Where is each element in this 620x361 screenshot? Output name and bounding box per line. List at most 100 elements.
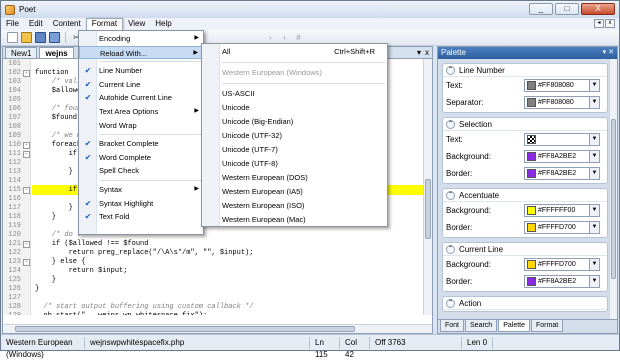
section-header[interactable]: ⌃ Action — [443, 297, 607, 310]
reload-item-unicode-utf-32[interactable]: Unicode (UTF-32) — [202, 129, 387, 142]
menu-view[interactable]: View — [123, 18, 150, 30]
horizontal-scroll-thumb[interactable] — [15, 326, 355, 332]
vertical-scroll-thumb[interactable] — [425, 179, 431, 239]
comment-icon[interactable]: # — [293, 32, 304, 43]
color-picker-dropdown[interactable]: #FF8A2BE2 ▼ — [524, 275, 600, 288]
reload-item-unicode-big-endian[interactable]: Unicode (Big-Endian) — [202, 115, 387, 128]
minimize-button[interactable]: _ — [529, 3, 553, 15]
menu-file[interactable]: File — [1, 18, 24, 30]
reload-item-us-ascii[interactable]: US-ASCII — [202, 87, 387, 100]
editor-horizontal-scrollbar[interactable] — [3, 324, 432, 333]
color-picker-dropdown[interactable]: #FF8A2BE2 ▼ — [524, 167, 600, 180]
reload-item-all[interactable]: All Ctrl+Shift+R — [202, 45, 387, 58]
chevron-down-icon[interactable]: ▼ — [589, 168, 599, 179]
color-picker-dropdown[interactable]: #FFFFD700 ▼ — [524, 258, 600, 271]
tab-new1[interactable]: New1 — [5, 47, 38, 58]
chevron-down-icon[interactable]: ▼ — [589, 276, 599, 287]
fold-toggle-icon[interactable]: - — [23, 187, 30, 194]
color-picker-dropdown[interactable]: #FF8A2BE2 ▼ — [524, 150, 600, 163]
collapse-chevron-icon[interactable]: ⌃ — [446, 298, 455, 308]
maximize-button[interactable]: □ — [555, 3, 579, 15]
menu-format[interactable]: Format — [85, 18, 124, 30]
section-header[interactable]: ⌃ Line Number — [443, 64, 607, 77]
color-picker-dropdown[interactable]: #FF808080 ▼ — [524, 96, 600, 109]
reload-item-western-european-mac[interactable]: Western European (Mac) — [202, 213, 387, 226]
save-all-icon[interactable] — [49, 32, 60, 43]
reload-item-western-european-iso[interactable]: Western European (ISO) — [202, 199, 387, 212]
color-value: #FFFFD700 — [538, 261, 576, 268]
reload-item-western-european-ia5[interactable]: Western European (IA5) — [202, 185, 387, 198]
format-menu-item-word-complete[interactable]: ✔ Word Complete — [79, 151, 203, 164]
format-menu-item-word-wrap[interactable]: Word Wrap — [79, 119, 203, 132]
save-icon[interactable] — [35, 32, 46, 43]
palette-tab-format[interactable]: Format — [531, 320, 564, 332]
color-row-label: Text: — [446, 135, 463, 144]
format-menu-item-line-number[interactable]: ✔ Line Number — [79, 64, 203, 77]
format-menu-item-current-line[interactable]: ✔ Current Line — [79, 78, 203, 91]
collapse-chevron-icon[interactable]: ⌃ — [446, 65, 455, 75]
indent-icon[interactable]: › — [265, 32, 276, 43]
color-row-label: Background: — [446, 152, 491, 161]
fold-toggle-icon[interactable]: - — [23, 151, 30, 158]
editor-vertical-scrollbar[interactable] — [423, 59, 432, 315]
close-button[interactable]: X — [581, 3, 615, 15]
open-folder-icon[interactable] — [21, 32, 32, 43]
tab-menu-icon[interactable]: ▾ — [417, 48, 421, 58]
format-menu-item-encoding[interactable]: Encoding ▶ — [79, 32, 203, 45]
format-menu-item-reload-with[interactable]: Reload With... ▶ — [79, 45, 203, 59]
title-bar[interactable]: Poet _ □ X — [1, 1, 619, 18]
chevron-down-icon[interactable]: ▼ — [589, 205, 599, 216]
chevron-down-icon[interactable]: ▼ — [589, 134, 599, 145]
chevron-down-icon[interactable]: ▼ — [589, 97, 599, 108]
reload-item-western-european-dos[interactable]: Western European (DOS) — [202, 171, 387, 184]
format-menu-item-autohide-current-line[interactable]: ✔ Autohide Current Line — [79, 91, 203, 104]
tab-wejns[interactable]: wejns — [39, 47, 74, 58]
fold-toggle-icon[interactable]: - — [23, 241, 30, 248]
color-picker-dropdown[interactable]: #FFFFD700 ▼ — [524, 221, 600, 234]
color-picker-dropdown[interactable]: #FF808080 ▼ — [524, 79, 600, 92]
color-picker-dropdown[interactable]: ▼ — [524, 133, 600, 146]
chevron-down-icon[interactable]: ▼ — [589, 259, 599, 270]
menu-help[interactable]: Help — [150, 18, 176, 30]
new-file-icon[interactable] — [7, 32, 18, 43]
color-picker-dropdown[interactable]: #FFFFFF00 ▼ — [524, 204, 600, 217]
chevron-down-icon[interactable]: ▼ — [589, 151, 599, 162]
mdi-close-button[interactable]: x — [605, 19, 615, 28]
mdi-prev-button[interactable]: ◂ — [594, 19, 604, 28]
reload-item-unicode-utf-7[interactable]: Unicode (UTF-7) — [202, 143, 387, 156]
palette-tab-font[interactable]: Font — [440, 320, 465, 332]
menu-edit[interactable]: Edit — [24, 18, 48, 30]
format-menu-item-text-area-options[interactable]: Text Area Options ▶ — [79, 105, 203, 118]
section-header[interactable]: ⌃ Selection — [443, 118, 607, 131]
palette-tab-palette[interactable]: Palette — [498, 320, 530, 332]
section-header[interactable]: ⌃ Current Line — [443, 243, 607, 256]
tab-close-icon[interactable]: x — [425, 48, 429, 58]
reload-item-unicode[interactable]: Unicode — [202, 101, 387, 114]
section-header[interactable]: ⌃ Accentuate — [443, 189, 607, 202]
fold-toggle-icon[interactable]: - — [23, 259, 30, 266]
palette-scroll-thumb[interactable] — [611, 119, 616, 279]
palette-header-controls[interactable]: ▾ ✕ — [603, 47, 614, 59]
outdent-icon[interactable]: ‹ — [279, 32, 290, 43]
format-menu-item-bracket-complete[interactable]: ✔ Bracket Complete — [79, 137, 203, 150]
window-controls: _ □ X — [529, 3, 615, 15]
collapse-chevron-icon[interactable]: ⌃ — [446, 190, 455, 200]
color-row-label: Text: — [446, 81, 463, 90]
status-encoding[interactable]: Western European (Windows) — [1, 336, 85, 359]
fold-toggle-icon[interactable]: - — [23, 142, 30, 149]
menu-content[interactable]: Content — [48, 18, 86, 30]
palette-scrollbar[interactable] — [609, 59, 617, 321]
format-menu-item-text-fold[interactable]: ✔ Text Fold — [79, 210, 203, 223]
format-menu-item-syntax[interactable]: Syntax ▶ — [79, 183, 203, 196]
format-menu-item-spell-check[interactable]: Spell Check — [79, 164, 203, 177]
chevron-down-icon[interactable]: ▼ — [589, 80, 599, 91]
fold-toggle-icon[interactable]: - — [23, 70, 30, 77]
collapse-chevron-icon[interactable]: ⌃ — [446, 244, 455, 254]
reload-item-unicode-utf-8[interactable]: Unicode (UTF-8) — [202, 157, 387, 170]
palette-section-current-line: ⌃ Current Line Background: #FFFFD700 ▼ Border… — [442, 242, 608, 292]
palette-tab-search[interactable]: Search — [465, 320, 498, 332]
chevron-down-icon[interactable]: ▼ — [589, 222, 599, 233]
format-menu-item-syntax-highlight[interactable]: ✔ Syntax Highlight — [79, 197, 203, 210]
line-number: 103 — [8, 78, 21, 86]
collapse-chevron-icon[interactable]: ⌃ — [446, 119, 455, 129]
